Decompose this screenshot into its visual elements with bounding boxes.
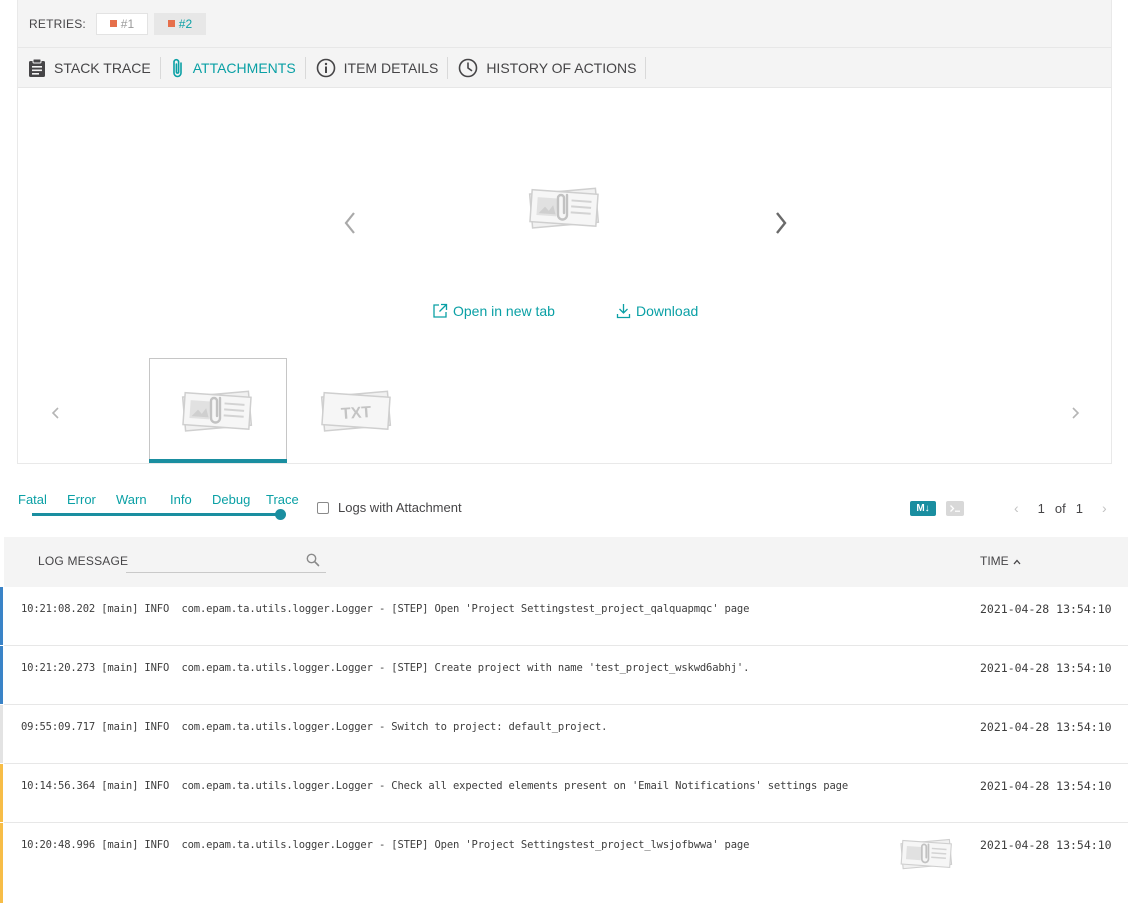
download-link[interactable]: Download	[616, 303, 698, 319]
log-message-header: LOG MESSAGE	[38, 554, 129, 568]
log-time: 2021-04-28 13:54:10	[980, 720, 1112, 734]
retries-bar: RETRIES: #1 #2	[18, 0, 1111, 47]
retries-label: RETRIES:	[29, 16, 86, 31]
retry-1-label: #1	[120, 16, 135, 31]
log-level-indicator	[0, 646, 3, 704]
tab-stack-trace[interactable]: STACK TRACE	[28, 56, 161, 79]
level-info[interactable]: Info	[170, 492, 192, 507]
tab-item-details-label: ITEM DETAILS	[343, 59, 439, 76]
level-warn[interactable]: Warn	[116, 492, 147, 507]
log-level-indicator	[0, 764, 3, 822]
logs-with-attachment-checkbox[interactable]	[317, 501, 329, 514]
log-level-indicator	[0, 823, 3, 903]
page-of-label: of	[1054, 500, 1066, 516]
thumbnail-image-attachment[interactable]	[149, 358, 287, 463]
log-level-slider-handle[interactable]	[275, 509, 286, 520]
log-message: 10:21:08.202 [main] INFO com.epam.ta.uti…	[21, 603, 750, 615]
logs-with-attachment-filter[interactable]: Logs with Attachment	[317, 500, 462, 515]
tab-history-of-actions-label: HISTORY OF ACTIONS	[486, 59, 637, 76]
attachment-viewer: Open in new tab Download TXT	[18, 88, 1111, 463]
log-row[interactable]: 10:20:48.996 [main] INFO com.epam.ta.uti…	[0, 823, 1128, 903]
clipboard-icon	[29, 58, 45, 77]
log-message: 10:14:56.364 [main] INFO com.epam.ta.uti…	[21, 780, 848, 792]
retry-2-button[interactable]: #2	[153, 12, 206, 35]
log-time: 2021-04-28 13:54:10	[980, 661, 1112, 675]
level-debug[interactable]: Debug	[212, 492, 250, 507]
console-mode-button[interactable]	[946, 501, 964, 516]
time-sort-header[interactable]: TIME	[980, 554, 1021, 568]
external-link-icon	[433, 303, 448, 318]
failed-status-square	[109, 20, 117, 27]
clock-icon	[459, 58, 478, 77]
open-in-new-tab-link[interactable]: Open in new tab	[432, 303, 555, 319]
text-file-attachment-icon: TXT	[320, 389, 392, 432]
log-row[interactable]: 10:14:56.364 [main] INFO com.epam.ta.uti…	[0, 764, 1128, 823]
search-icon[interactable]	[306, 553, 320, 567]
thumbnails-prev-arrow-icon[interactable]	[51, 406, 61, 420]
thumbnail-text-attachment[interactable]: TXT	[288, 358, 426, 463]
log-time: 2021-04-28 13:54:10	[980, 779, 1112, 793]
image-attachment-preview-icon[interactable]	[527, 185, 603, 231]
tab-history-of-actions[interactable]: HISTORY OF ACTIONS	[458, 56, 647, 79]
txt-label: TXT	[340, 403, 372, 422]
tab-attachments[interactable]: ATTACHMENTS	[171, 56, 306, 79]
open-in-new-tab-label: Open in new tab	[453, 303, 555, 319]
paperclip-icon	[172, 58, 182, 77]
log-search-input[interactable]	[126, 549, 326, 573]
download-icon	[616, 304, 631, 319]
markdown-icon: M↓	[916, 503, 930, 514]
retry-2-label: #2	[178, 16, 193, 31]
item-tabs: STACK TRACE ATTACHMENTS ITEM DETAILS HIS…	[18, 47, 1111, 88]
level-fatal[interactable]: Fatal	[18, 492, 47, 507]
image-attachment-icon	[181, 390, 253, 432]
log-level-indicator	[0, 705, 3, 763]
log-table-header: LOG MESSAGE TIME	[4, 537, 1128, 587]
time-header-label: TIME	[980, 554, 1009, 568]
logs-with-attachment-label: Logs with Attachment	[338, 500, 462, 515]
item-panel: RETRIES: #1 #2 STACK TRACE ATTACHMENTS I…	[17, 0, 1112, 464]
console-icon	[950, 505, 960, 512]
failed-status-square	[167, 20, 175, 27]
markdown-mode-button[interactable]: M↓	[910, 501, 936, 516]
log-time: 2021-04-28 13:54:10	[980, 602, 1112, 616]
log-time: 2021-04-28 13:54:10	[980, 838, 1112, 852]
tab-item-details[interactable]: ITEM DETAILS	[316, 56, 449, 79]
log-toolbar: Fatal Error Warn Info Debug Trace Logs w…	[17, 488, 1117, 528]
current-page: 1	[1037, 500, 1045, 516]
log-level-indicator	[0, 587, 3, 645]
log-level-slider-track[interactable]	[32, 513, 281, 516]
log-message: 09:55:09.717 [main] INFO com.epam.ta.uti…	[21, 721, 608, 733]
level-trace[interactable]: Trace	[266, 492, 299, 507]
log-row[interactable]: 10:21:20.273 [main] INFO com.epam.ta.uti…	[0, 646, 1128, 705]
log-message: 10:20:48.996 [main] INFO com.epam.ta.uti…	[21, 839, 750, 851]
next-page-icon[interactable]: ›	[1102, 500, 1107, 516]
previous-attachment-arrow-icon[interactable]	[343, 210, 357, 236]
info-icon	[316, 58, 335, 77]
level-error[interactable]: Error	[67, 492, 96, 507]
tab-attachments-label: ATTACHMENTS	[192, 59, 296, 76]
thumbnails-next-arrow-icon[interactable]	[1070, 406, 1080, 420]
retry-1-button[interactable]: #1	[95, 12, 148, 35]
log-attachment-thumbnail-icon[interactable]	[899, 837, 955, 871]
total-pages: 1	[1075, 500, 1083, 516]
prev-page-icon[interactable]: ‹	[1014, 500, 1019, 516]
log-pagination: ‹ 1 of 1 ›	[1009, 500, 1112, 516]
attachment-thumbnails: TXT	[18, 358, 1111, 463]
tab-stack-trace-label: STACK TRACE	[54, 59, 151, 76]
download-label: Download	[636, 303, 699, 319]
next-attachment-arrow-icon[interactable]	[774, 210, 788, 236]
log-message: 10:21:20.273 [main] INFO com.epam.ta.uti…	[21, 662, 750, 674]
log-row[interactable]: 10:21:08.202 [main] INFO com.epam.ta.uti…	[0, 587, 1128, 646]
log-rows: 10:21:08.202 [main] INFO com.epam.ta.uti…	[0, 587, 1128, 903]
log-row[interactable]: 09:55:09.717 [main] INFO com.epam.ta.uti…	[0, 705, 1128, 764]
sort-ascending-icon	[1013, 559, 1021, 565]
